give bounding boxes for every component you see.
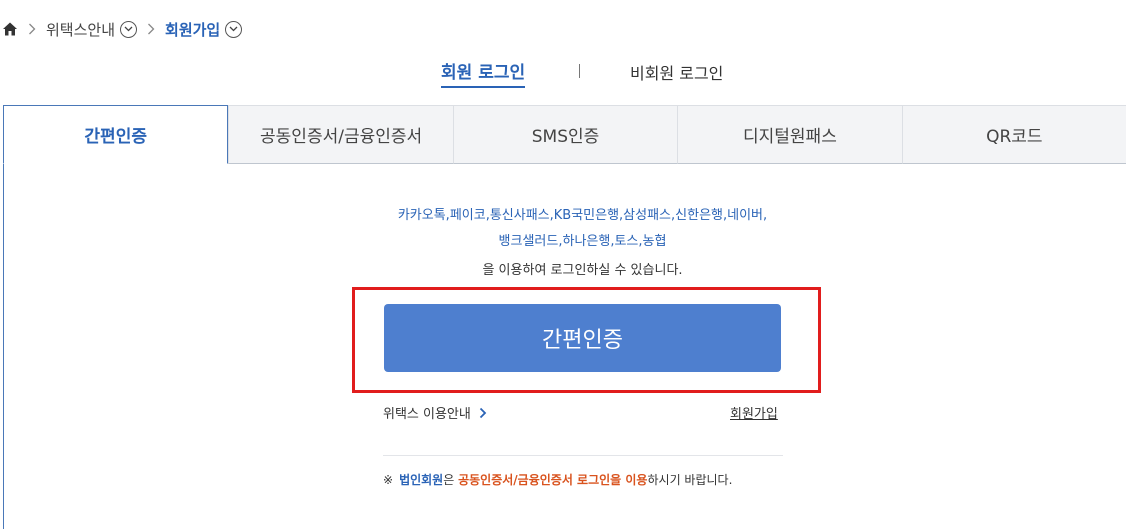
chevron-down-circle-icon[interactable] bbox=[225, 20, 243, 38]
providers-line-1: 카카오톡,페이코,통신사패스,KB국민은행,삼성패스,신한은행,네이버, bbox=[397, 208, 768, 223]
chevron-right-icon bbox=[143, 21, 159, 37]
tab-simple-auth[interactable]: 간편인증 bbox=[3, 105, 229, 164]
breadcrumb-item-signup[interactable]: 회원가입 bbox=[165, 19, 220, 40]
section-divider bbox=[383, 455, 783, 456]
providers-description: 을 이용하여 로그인하실 수 있습니다. bbox=[482, 263, 683, 278]
auth-method-tabs: 간편인증 공동인증서/금융인증서 SMS인증 디지털원패스 QR코드 bbox=[3, 105, 1126, 164]
corporate-member-notice: ※ 법인회원은 공동인증서/금융인증서 로그인을 이용하시기 바랍니다. bbox=[383, 471, 732, 488]
tab-qr-code[interactable]: QR코드 bbox=[901, 105, 1126, 164]
notice-corporate-member: 법인회원 bbox=[399, 473, 444, 487]
tab-member-login[interactable]: 회원 로그인 bbox=[441, 58, 526, 88]
providers-line-2: 뱅크샐러드,하나은행,토스,농협 bbox=[498, 234, 667, 249]
breadcrumb-item-wetax-guide[interactable]: 위택스안내 bbox=[46, 19, 115, 40]
wetax-guide-label: 위택스 이용안내 bbox=[383, 407, 471, 422]
chevron-right-icon bbox=[479, 407, 489, 419]
home-icon[interactable] bbox=[2, 21, 18, 37]
chevron-down-circle-icon[interactable] bbox=[120, 20, 138, 38]
tab-sms-auth[interactable]: SMS인증 bbox=[452, 105, 678, 164]
simple-auth-button[interactable]: 간편인증 bbox=[384, 304, 781, 372]
login-type-divider bbox=[579, 64, 580, 78]
wetax-guide-link[interactable]: 위택스 이용안내 bbox=[383, 403, 489, 422]
panel-border bbox=[3, 164, 4, 529]
login-type-tabs: 회원 로그인 비회원 로그인 bbox=[0, 58, 1126, 88]
tab-certificate-auth[interactable]: 공동인증서/금융인증서 bbox=[228, 105, 453, 164]
tab-guest-login[interactable]: 비회원 로그인 bbox=[630, 60, 723, 84]
notice-text-1: 은 bbox=[443, 473, 459, 487]
notice-text-2: 하시기 바랍니다. bbox=[647, 473, 733, 487]
chevron-right-icon bbox=[24, 21, 40, 37]
signup-link[interactable]: 회원가입 bbox=[730, 403, 778, 422]
notice-certificate-login: 공동인증서/금융인증서 로그인을 이용 bbox=[458, 473, 648, 487]
notice-mark: ※ bbox=[383, 473, 394, 487]
tab-digital-onepass[interactable]: 디지털원패스 bbox=[677, 105, 902, 164]
breadcrumb: 위택스안내 회원가입 bbox=[2, 18, 243, 40]
